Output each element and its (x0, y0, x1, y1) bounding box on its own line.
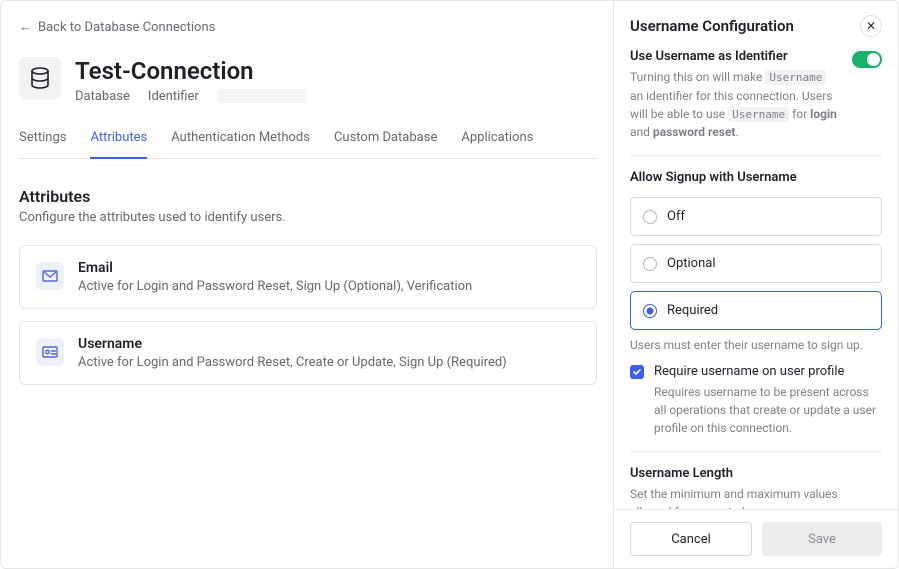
require-profile-desc: Requires username to be present across a… (654, 383, 882, 437)
radio-icon (643, 257, 657, 271)
radio-icon (643, 304, 657, 318)
id-card-icon (36, 338, 64, 366)
tab-attributes[interactable]: Attributes (90, 130, 147, 159)
require-profile-label: Require username on user profile (654, 364, 882, 379)
panel-title: Username Configuration (630, 17, 794, 35)
use-username-desc: Turning this on will make Username an id… (630, 68, 842, 141)
attribute-name: Username (78, 336, 507, 352)
tab-custom-database[interactable]: Custom Database (334, 130, 437, 158)
tab-settings[interactable]: Settings (19, 130, 66, 158)
radio-label: Off (667, 209, 685, 224)
tab-authentication-methods[interactable]: Authentication Methods (171, 130, 310, 158)
check-icon (632, 367, 642, 377)
allow-signup-title: Allow Signup with Username (630, 170, 882, 185)
close-button[interactable]: ✕ (860, 15, 882, 37)
attribute-row-email[interactable]: Email Active for Login and Password Reset… (19, 245, 597, 309)
attribute-name: Email (78, 260, 472, 276)
radio-label: Optional (667, 256, 715, 271)
meta-identifier-label: Identifier (148, 89, 199, 104)
identifier-value (217, 89, 307, 103)
arrow-left-icon: ← (19, 19, 32, 35)
signup-option-off[interactable]: Off (630, 197, 882, 236)
use-username-toggle[interactable] (852, 51, 882, 68)
section-title: Attributes (19, 187, 597, 206)
radio-label: Required (667, 303, 718, 318)
back-label: Back to Database Connections (38, 20, 215, 35)
attribute-sub: Active for Login and Password Reset, Sig… (78, 279, 472, 294)
use-username-title: Use Username as Identifier (630, 49, 842, 64)
email-icon (36, 262, 64, 290)
require-profile-checkbox[interactable] (630, 365, 644, 379)
database-icon (19, 57, 61, 99)
page-title: Test-Connection (75, 57, 307, 85)
length-title: Username Length (630, 466, 882, 481)
back-link[interactable]: ← Back to Database Connections (19, 19, 597, 35)
signup-option-optional[interactable]: Optional (630, 244, 882, 283)
side-panel: Username Configuration ✕ Use Username as… (613, 1, 898, 568)
signup-option-required[interactable]: Required (630, 291, 882, 330)
section-subtitle: Configure the attributes used to identif… (19, 210, 597, 225)
meta-type: Database (75, 89, 130, 104)
tabs: Settings Attributes Authentication Methods… (19, 130, 597, 159)
attribute-row-username[interactable]: Username Active for Login and Password Re… (19, 321, 597, 385)
radio-icon (643, 210, 657, 224)
close-icon: ✕ (866, 19, 876, 33)
save-button[interactable]: Save (762, 522, 882, 556)
cancel-button[interactable]: Cancel (630, 522, 752, 556)
attribute-sub: Active for Login and Password Reset, Cre… (78, 355, 507, 370)
length-desc: Set the minimum and maximum values allow… (630, 485, 882, 509)
tab-applications[interactable]: Applications (461, 130, 533, 158)
signup-hint: Users must enter their username to sign … (630, 338, 882, 352)
